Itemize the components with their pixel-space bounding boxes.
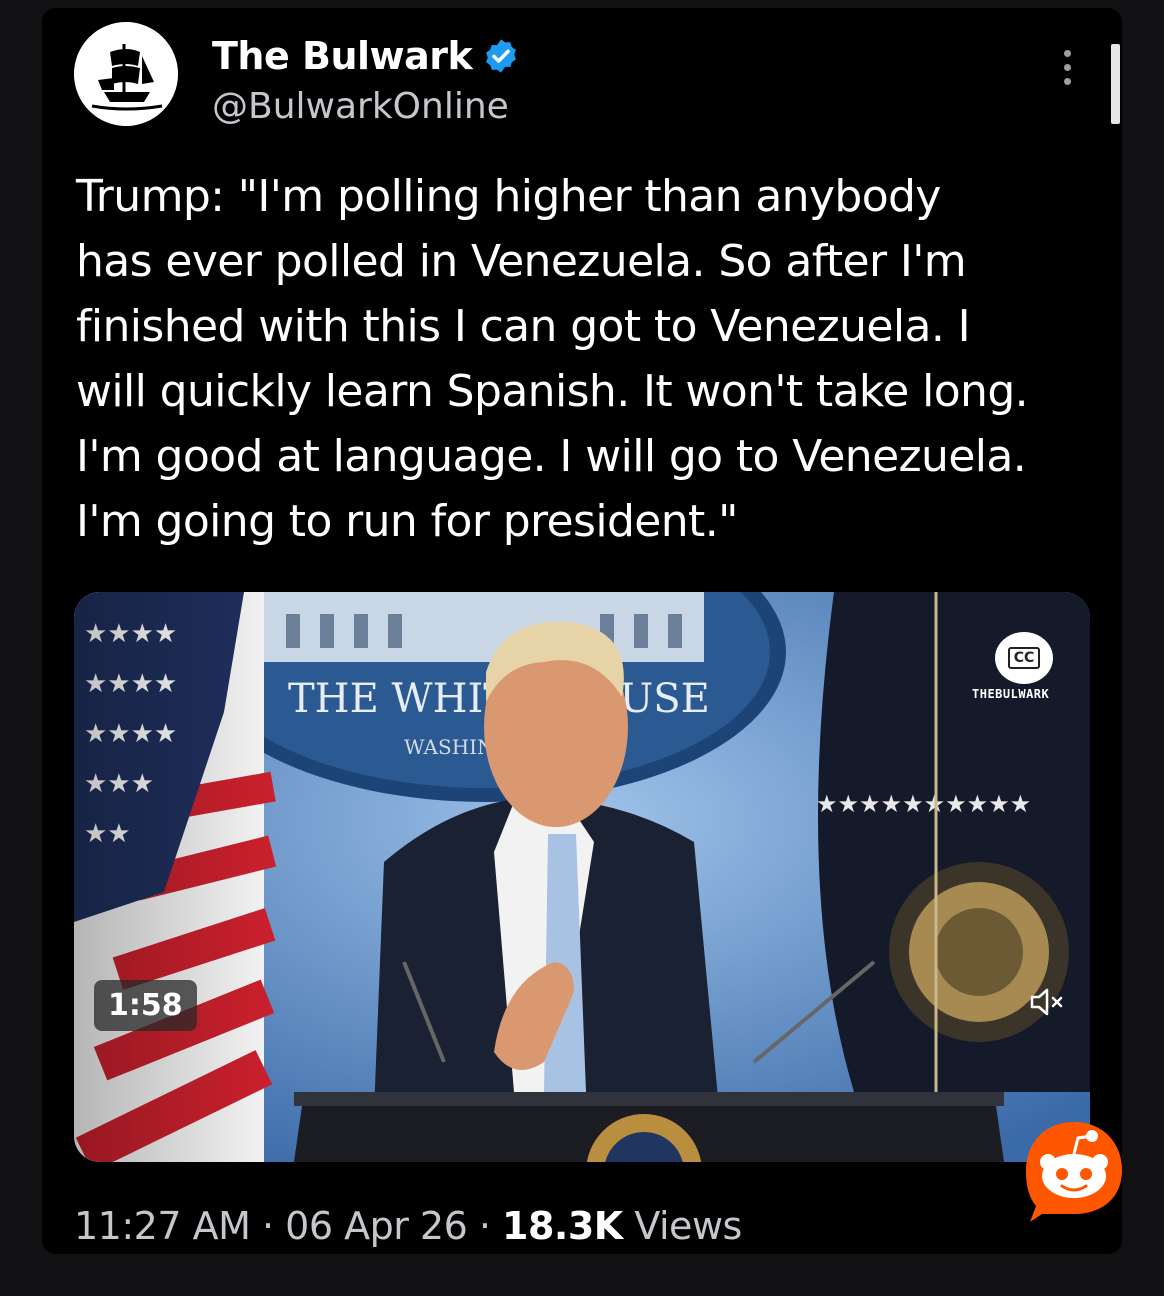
views-label: Views [634, 1204, 742, 1248]
speaker-muted-icon[interactable] [1026, 982, 1066, 1022]
verified-badge-icon [486, 39, 517, 73]
meta-separator: · [261, 1204, 274, 1248]
views-count: 18.3K [502, 1204, 623, 1248]
video-watermark: THEBULWARK [972, 687, 1050, 701]
more-options-icon[interactable] [1058, 50, 1076, 100]
reddit-snoo-icon [1026, 1122, 1122, 1222]
svg-text:★★★★★★★★★★: ★★★★★★★★★★ [816, 790, 1031, 818]
tweet-card[interactable]: The Bulwark @BulwarkOnline Trump: "I'm p… [42, 8, 1122, 1254]
captions-button[interactable]: CC [995, 632, 1053, 684]
meta-separator: · [478, 1204, 491, 1248]
captions-label: CC [1007, 647, 1041, 669]
scrollbar[interactable] [1111, 44, 1120, 124]
video-frame: THE WHITE HOUSE WASHINGTON ★★★★★★★★ ★★★★… [74, 592, 1090, 1162]
video-duration: 1:58 [94, 980, 197, 1031]
tweet-time[interactable]: 11:27 AM [74, 1204, 251, 1248]
author-name[interactable]: The Bulwark [212, 34, 473, 78]
tweet-meta: 11:27 AM · 06 Apr 26 · 18.3K Views [74, 1204, 742, 1248]
tweet-date[interactable]: 06 Apr 26 [285, 1204, 468, 1248]
video-player[interactable]: THE WHITE HOUSE WASHINGTON ★★★★★★★★ ★★★★… [74, 592, 1090, 1162]
avatar[interactable] [74, 22, 178, 126]
author-handle[interactable]: @BulwarkOnline [212, 86, 509, 127]
tweet-text: Trump: "I'm polling higher than anybody … [76, 171, 1029, 547]
pirate-ship-icon [74, 22, 178, 126]
